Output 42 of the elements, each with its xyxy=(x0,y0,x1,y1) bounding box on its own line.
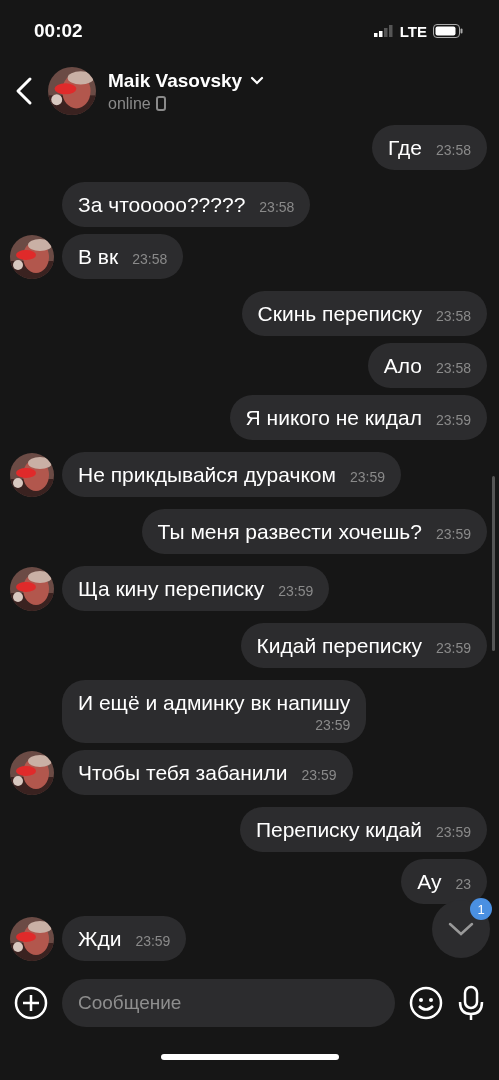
battery-icon xyxy=(433,24,463,38)
unread-badge: 1 xyxy=(470,898,492,920)
emoji-button[interactable] xyxy=(409,986,443,1020)
message-time: 23:59 xyxy=(435,526,471,542)
message-time: 23:59 xyxy=(135,933,171,949)
network-label: LTE xyxy=(399,22,427,40)
message-text: Где xyxy=(388,136,422,160)
message-text: Кидай переписку xyxy=(256,634,422,658)
microphone-button[interactable] xyxy=(457,985,485,1021)
message-time: 23:58 xyxy=(132,251,168,267)
message-time: 23:59 xyxy=(278,583,314,599)
message-text: Скинь переписку xyxy=(257,302,422,326)
contact-status: online xyxy=(108,94,151,113)
message-time: 23:59 xyxy=(301,767,337,783)
message-time: 23:59 xyxy=(435,640,471,656)
message-time: 23:59 xyxy=(349,469,385,485)
message-time: 23:58 xyxy=(435,142,471,158)
message-text: Жди xyxy=(78,927,122,951)
message-text: Ты меня развести хочешь? xyxy=(157,520,422,544)
message-text: Ща кину переписку xyxy=(78,577,265,601)
phone-icon xyxy=(155,96,166,111)
message-text: Чтобы тебя забанили xyxy=(78,761,288,785)
contact-name[interactable]: Maik Vasovsky xyxy=(108,69,243,92)
message-text: Переписку кидай xyxy=(255,818,422,842)
message-text: И ещё и админку вк напишу xyxy=(78,691,351,715)
message-time: 23 xyxy=(455,876,471,892)
message-time: 23:58 xyxy=(435,308,471,324)
message-text: За чтооооо????? xyxy=(78,193,246,217)
message-text: Не прикдывайся дурачком xyxy=(78,463,336,487)
status-time: 00:02 xyxy=(34,20,83,42)
message-text: Я никого не кидал xyxy=(245,406,422,430)
message-time: 23:59 xyxy=(435,824,471,840)
message-input[interactable]: Сообщение xyxy=(62,979,395,1027)
message-text: Ау xyxy=(417,870,442,894)
message-time: 23:59 xyxy=(315,717,351,733)
message-text: В вк xyxy=(78,245,119,269)
add-button[interactable] xyxy=(14,986,48,1020)
signal-icon xyxy=(373,25,394,37)
message-time: 23:58 xyxy=(435,360,471,376)
message-time: 23:58 xyxy=(259,199,295,215)
message-time: 23:59 xyxy=(435,412,471,428)
message-text: Ало xyxy=(383,354,422,378)
